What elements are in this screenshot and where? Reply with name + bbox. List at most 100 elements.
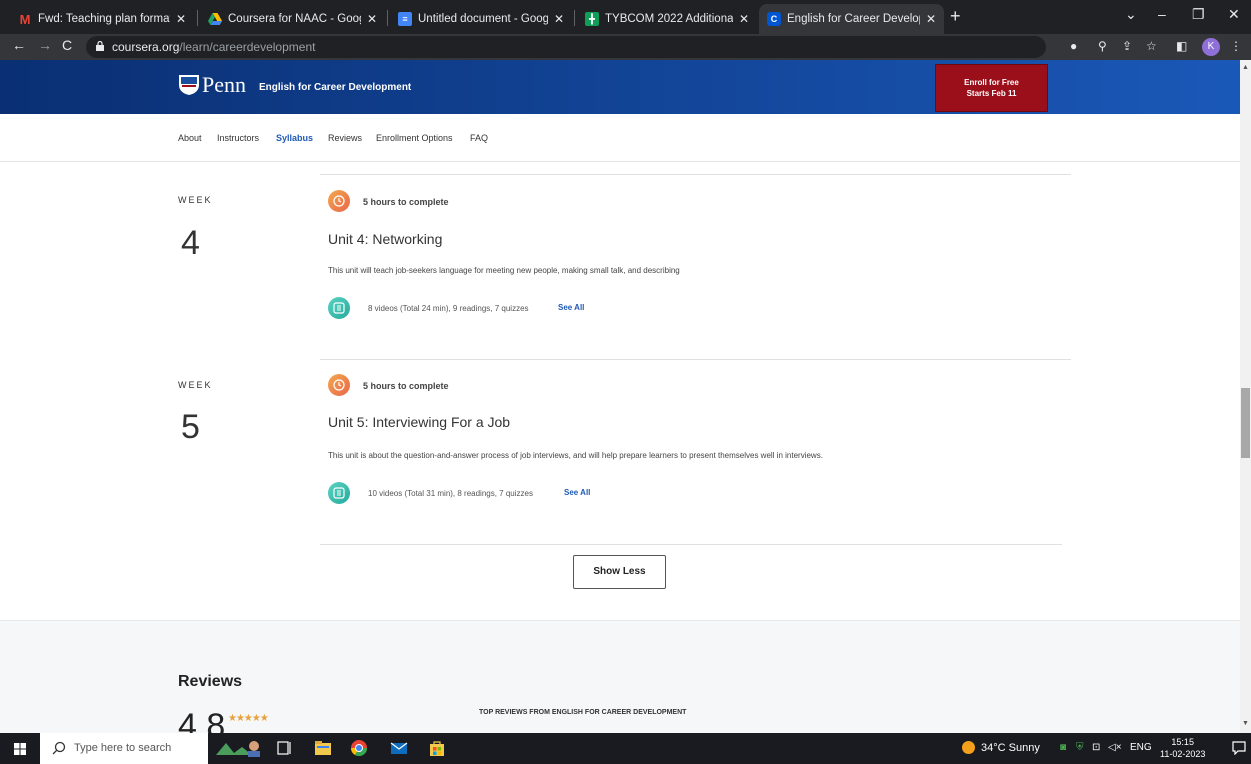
- browser-toolbar: ← → C coursera.org/learn/careerdevelopme…: [0, 34, 1251, 60]
- sun-icon: [962, 741, 975, 754]
- network-icon[interactable]: ⊡: [1092, 742, 1100, 753]
- weather-widget[interactable]: 34°C Sunny: [962, 741, 1040, 754]
- tab-title: Coursera for NAAC - Google Driv: [228, 13, 361, 25]
- subnav-about[interactable]: About: [178, 133, 202, 143]
- unit-title: Unit 4: Networking: [328, 231, 443, 247]
- close-icon[interactable]: ✕: [367, 12, 377, 26]
- close-icon[interactable]: ✕: [926, 12, 936, 26]
- penn-logo[interactable]: Penn: [178, 72, 246, 98]
- scroll-up-icon[interactable]: ▲: [1242, 64, 1249, 71]
- restore-button[interactable]: ❐: [1192, 6, 1205, 23]
- google-sheets-icon: ╋: [585, 12, 599, 26]
- reload-button[interactable]: C: [62, 37, 72, 53]
- url-text: coursera.org/learn/careerdevelopment: [112, 40, 316, 54]
- taskbar-search[interactable]: Type here to search: [40, 733, 208, 764]
- subnav-reviews[interactable]: Reviews: [328, 133, 362, 143]
- taskbar-clock[interactable]: 15:15 11-02-2023: [1160, 736, 1205, 760]
- week-label: WEEK: [178, 195, 213, 205]
- close-window-button[interactable]: ✕: [1228, 6, 1240, 23]
- subnav-faq[interactable]: FAQ: [470, 133, 488, 143]
- course-banner: Penn English for Career Development Enro…: [0, 60, 1240, 114]
- chrome-icon[interactable]: [350, 739, 368, 757]
- scrollbar-thumb[interactable]: [1241, 388, 1250, 458]
- coursera-icon: C: [767, 12, 781, 26]
- week-label: WEEK: [178, 380, 213, 390]
- divider: [320, 174, 1071, 175]
- close-icon[interactable]: ✕: [739, 12, 749, 26]
- week-number: 5: [181, 408, 200, 446]
- subnav-syllabus[interactable]: Syllabus: [276, 133, 313, 143]
- new-tab-button[interactable]: +: [950, 6, 961, 27]
- close-icon[interactable]: ✕: [554, 12, 564, 26]
- show-less-button[interactable]: Show Less: [573, 555, 666, 589]
- address-bar[interactable]: coursera.org/learn/careerdevelopment: [86, 36, 1046, 58]
- subnav-enrollment-options[interactable]: Enrollment Options: [376, 133, 453, 143]
- see-all-link[interactable]: See All: [564, 488, 590, 497]
- tab-title: Fwd: Teaching plan format & Cou: [38, 13, 170, 25]
- hours-to-complete: 5 hours to complete: [363, 381, 449, 391]
- enroll-button[interactable]: Enroll for Free Starts Feb 11: [935, 64, 1048, 112]
- clock-time: 15:15: [1171, 737, 1194, 747]
- tab-coursera[interactable]: C English for Career Development | ✕: [759, 4, 944, 34]
- course-content-icon: [328, 482, 350, 504]
- course-content-icon: [328, 297, 350, 319]
- share-icon[interactable]: ⇪: [1122, 39, 1132, 53]
- weather-text: 34°C Sunny: [981, 741, 1040, 754]
- content-summary: 10 videos (Total 31 min), 8 readings, 7 …: [368, 489, 533, 498]
- lock-icon: [96, 41, 104, 51]
- windows-start-icon[interactable]: [14, 743, 26, 755]
- search-highlight-icon[interactable]: [212, 739, 264, 757]
- bookmark-star-icon[interactable]: ☆: [1146, 39, 1157, 53]
- more-menu-icon[interactable]: ⋮: [1230, 39, 1242, 53]
- browser-tab-strip: M Fwd: Teaching plan format & Cou ✕ Cour…: [0, 0, 1251, 34]
- volume-muted-icon[interactable]: ◁×: [1108, 742, 1122, 753]
- tab-google-docs[interactable]: ≡ Untitled document - Google Doc ✕: [390, 4, 572, 34]
- clock-icon: [328, 190, 350, 212]
- file-explorer-icon[interactable]: [314, 739, 332, 757]
- zoom-icon[interactable]: ⚲: [1098, 39, 1107, 53]
- nvidia-icon[interactable]: ◙: [1060, 742, 1066, 753]
- minimize-button[interactable]: –: [1158, 6, 1166, 22]
- divider: [320, 544, 1062, 545]
- tab-google-sheets[interactable]: ╋ TYBCOM 2022 Additional Credits ✕: [577, 4, 757, 34]
- tab-gmail[interactable]: M Fwd: Teaching plan format & Cou ✕: [10, 4, 194, 34]
- microsoft-store-icon[interactable]: [428, 739, 446, 757]
- rating-stars-icon: ★★★★★: [228, 713, 269, 724]
- back-button[interactable]: ←: [12, 37, 26, 53]
- windows-taskbar: Type here to search 34°C Sunny ◙ ⛨ ⊡ ◁× …: [0, 733, 1251, 764]
- clock-icon: [328, 374, 350, 396]
- google-drive-icon: [208, 12, 222, 26]
- tab-title: Untitled document - Google Doc: [418, 13, 548, 25]
- scroll-down-icon[interactable]: ▼: [1242, 720, 1249, 727]
- penn-shield-icon: [179, 75, 199, 95]
- security-icon[interactable]: ⛨: [1076, 742, 1084, 753]
- tab-title: TYBCOM 2022 Additional Credits: [605, 13, 733, 25]
- subnav-instructors[interactable]: Instructors: [217, 133, 259, 143]
- enroll-label: Enroll for Free: [964, 78, 1019, 87]
- search-icon: [52, 741, 66, 755]
- close-icon[interactable]: ✕: [176, 12, 186, 26]
- language-indicator[interactable]: ENG: [1130, 742, 1152, 753]
- top-reviews-heading: TOP REVIEWS FROM ENGLISH FOR CAREER DEVE…: [479, 709, 687, 716]
- tab-search-icon[interactable]: ⌄: [1125, 6, 1137, 23]
- forward-button[interactable]: →: [38, 37, 52, 53]
- side-panel-icon[interactable]: ◧: [1176, 39, 1187, 53]
- mail-icon[interactable]: [390, 739, 408, 757]
- week-number: 4: [181, 224, 200, 262]
- unit-title: Unit 5: Interviewing For a Job: [328, 414, 511, 430]
- tab-title: English for Career Development |: [787, 13, 920, 25]
- see-all-link[interactable]: See All: [558, 303, 584, 312]
- hours-to-complete: 5 hours to complete: [363, 197, 449, 207]
- unit-description: This unit will teach job-seekers languag…: [328, 266, 680, 275]
- search-placeholder: Type here to search: [74, 742, 172, 754]
- profile-avatar[interactable]: K: [1202, 38, 1220, 56]
- page-scrollbar[interactable]: ▲ ▼: [1240, 60, 1251, 733]
- reviews-heading: Reviews: [178, 673, 243, 690]
- penn-wordmark: Penn: [202, 72, 246, 97]
- reviews-section: Reviews 4.8 ★★★★★ TOP REVIEWS FROM ENGLI…: [0, 620, 1240, 733]
- tab-google-drive[interactable]: Coursera for NAAC - Google Driv ✕: [200, 4, 385, 34]
- task-view-icon[interactable]: [276, 739, 294, 757]
- google-lens-icon[interactable]: ●: [1070, 39, 1077, 53]
- web-page: Penn English for Career Development Enro…: [0, 60, 1240, 733]
- notification-icon[interactable]: [1232, 741, 1246, 755]
